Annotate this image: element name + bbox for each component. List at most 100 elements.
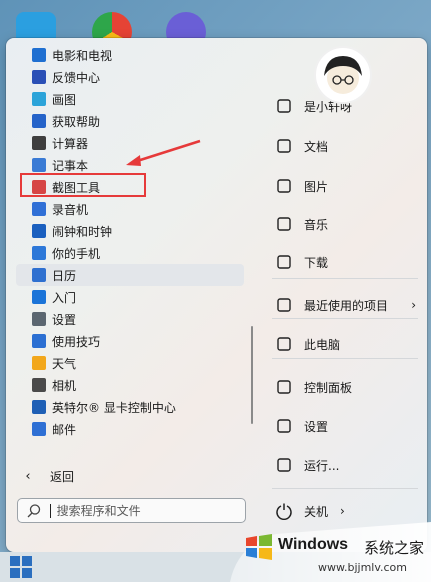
app-item[interactable]: 获取帮助 (16, 110, 244, 132)
calculator-icon (32, 136, 46, 150)
feedback-hub-icon (32, 70, 46, 84)
back-button[interactable]: ‹ 返回 (18, 465, 74, 487)
places-item[interactable]: 文档 (274, 132, 424, 160)
chevron-right-icon: › (411, 298, 416, 312)
app-label: 你的手机 (52, 246, 101, 261)
app-item[interactable]: 画图 (16, 88, 244, 110)
app-item[interactable]: 英特尔® 显卡控制中心 (16, 396, 244, 418)
app-label: 录音机 (52, 202, 89, 217)
places-item[interactable]: 设置 (274, 412, 424, 440)
document-icon (274, 136, 294, 156)
app-label: 设置 (52, 312, 77, 327)
watermark-brand: Windows (278, 536, 349, 553)
app-item[interactable]: 入门 (16, 286, 244, 308)
watermark-url: www.bjjmlv.com (318, 561, 407, 574)
app-label: 反馈中心 (52, 70, 101, 85)
app-label: 电影和电视 (52, 48, 113, 63)
voice-recorder-icon (32, 202, 46, 216)
app-label: 记事本 (52, 158, 89, 173)
chevron-left-icon: ‹ (25, 468, 31, 484)
app-label: 获取帮助 (52, 114, 101, 129)
places-label: 最近使用的项目 (304, 298, 389, 313)
camera-icon (32, 378, 46, 392)
app-item[interactable]: 你的手机 (16, 242, 244, 264)
places-label: 图片 (304, 179, 329, 194)
power-label: 关机 (304, 504, 329, 519)
settings-icon (32, 312, 46, 326)
power-icon (274, 501, 294, 521)
app-item[interactable]: 反馈中心 (16, 66, 244, 88)
control-panel-icon (274, 377, 294, 397)
intel-graphics-icon (32, 400, 46, 414)
search-box[interactable] (17, 498, 246, 523)
recent-items-icon (274, 295, 294, 315)
run-icon (274, 455, 294, 475)
places-label: 下载 (304, 255, 329, 270)
app-label: 邮件 (52, 422, 77, 437)
chevron-right-icon[interactable]: › (340, 504, 345, 518)
download-icon (274, 252, 294, 272)
user-folder-icon (274, 96, 294, 116)
divider (272, 278, 418, 279)
places-item[interactable]: 控制面板 (274, 373, 424, 401)
search-icon (27, 503, 41, 517)
places-item[interactable]: 运行... (274, 451, 424, 479)
get-started-icon (32, 290, 46, 304)
divider (272, 318, 418, 319)
text-cursor (49, 503, 51, 518)
picture-icon (274, 176, 294, 196)
app-item[interactable]: 相机 (16, 374, 244, 396)
watermark: Windows 系统之家 www.bjjmlv.com (230, 522, 431, 582)
app-label: 相机 (52, 378, 77, 393)
places-item[interactable]: 此电脑 (274, 330, 424, 358)
app-label: 计算器 (52, 136, 89, 151)
power-button[interactable]: 关机 › (274, 497, 424, 525)
app-item[interactable]: 闹钟和时钟 (16, 220, 244, 242)
app-item[interactable]: 电影和电视 (16, 44, 244, 66)
places-label: 音乐 (304, 217, 329, 232)
app-label: 日历 (52, 268, 77, 283)
calendar-icon (32, 268, 46, 282)
places-label: 设置 (304, 419, 329, 434)
app-item[interactable]: 天气 (16, 352, 244, 374)
start-menu: 电影和电视 反馈中心 画图 获取帮助 计算器 记事本 截图工具 录音机 闹钟和时钟 你的手机 日历入… (6, 38, 427, 552)
places-item[interactable]: 最近使用的项目 › (274, 291, 424, 319)
music-icon (274, 214, 294, 234)
app-label: 使用技巧 (52, 334, 101, 349)
this-pc-icon (274, 334, 294, 354)
app-item[interactable]: 日历 (16, 264, 244, 286)
movies-tv-icon (32, 48, 46, 62)
settings-icon (274, 416, 294, 436)
places-label: 此电脑 (304, 337, 341, 352)
scrollbar-thumb[interactable] (251, 326, 253, 424)
places-label: 运行... (304, 458, 340, 473)
your-phone-icon (32, 246, 46, 260)
app-label: 闹钟和时钟 (52, 224, 113, 239)
places-label: 文档 (304, 139, 329, 154)
places-label: 控制面板 (304, 380, 353, 395)
notepad-icon (32, 158, 46, 172)
get-help-icon (32, 114, 46, 128)
mail-icon (32, 422, 46, 436)
places-item[interactable]: 下载 (274, 248, 424, 276)
search-input[interactable] (54, 502, 245, 519)
app-label: 入门 (52, 290, 77, 305)
tips-icon (32, 334, 46, 348)
windows-logo-icon (246, 534, 272, 560)
places-item[interactable]: 音乐 (274, 210, 424, 238)
user-avatar[interactable] (314, 46, 372, 104)
app-item[interactable]: 设置 (16, 308, 244, 330)
divider (272, 358, 418, 359)
app-item[interactable]: 录音机 (16, 198, 244, 220)
watermark-site-title: 系统之家 (364, 539, 425, 557)
divider (272, 488, 418, 489)
app-item[interactable]: 使用技巧 (16, 330, 244, 352)
all-apps-list: 电影和电视 反馈中心 画图 获取帮助 计算器 记事本 截图工具 录音机 闹钟和时钟 你的手机 日历入… (6, 38, 254, 552)
app-label: 英特尔® 显卡控制中心 (52, 400, 176, 415)
windows-start-icon[interactable] (10, 556, 32, 578)
annotation-arrow (126, 139, 201, 166)
app-item[interactable]: 邮件 (16, 418, 244, 440)
app-label: 画图 (52, 92, 77, 107)
places-pane: 是小轩呀 文档 图片 音乐 下载 最近使用的项目 › 此电脑 控制面板 设置 运行... 关机 › (254, 38, 427, 552)
places-item[interactable]: 图片 (274, 172, 424, 200)
